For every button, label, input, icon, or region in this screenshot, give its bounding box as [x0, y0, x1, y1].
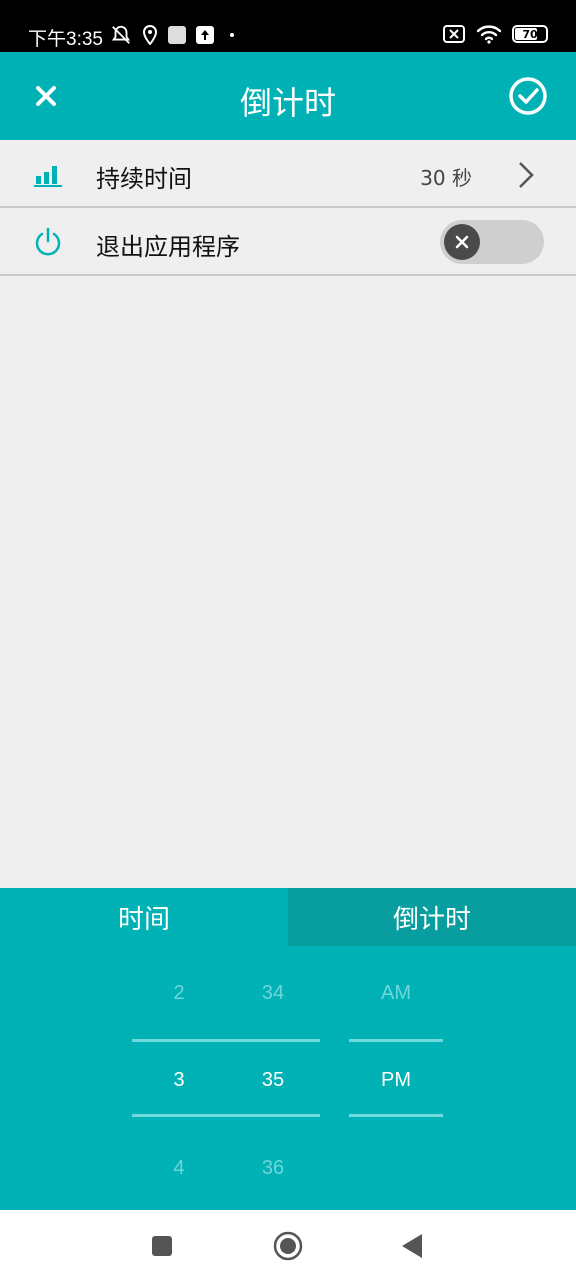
hour-picker[interactable]: 2 3 4	[139, 946, 219, 1210]
tab-countdown[interactable]: 倒计时	[288, 888, 576, 946]
status-icons-left	[110, 24, 234, 46]
status-bar: 下午3:35 70	[0, 0, 576, 52]
upload-icon	[196, 26, 214, 44]
bar-chart-icon	[34, 166, 62, 187]
battery-level: 70	[522, 27, 538, 41]
hour-next[interactable]: 4	[139, 1157, 219, 1180]
tab-time[interactable]: 时间	[0, 888, 288, 946]
ampm-prev[interactable]: AM	[356, 982, 436, 1005]
ampm-picker[interactable]: AM PM	[356, 946, 436, 1210]
more-dot-icon	[230, 33, 234, 37]
toggle-knob	[444, 224, 480, 260]
power-icon	[35, 227, 61, 256]
time-picker-panel: 时间 倒计时 2 3 4 34 35 36 AM PM	[0, 888, 576, 1210]
page-title: 倒计时	[239, 84, 336, 122]
home-circle-icon	[273, 1231, 303, 1261]
back-button[interactable]	[396, 1230, 428, 1262]
duration-label: 持续时间	[96, 165, 192, 193]
home-button[interactable]	[272, 1230, 304, 1262]
exit-app-label: 退出应用程序	[96, 233, 240, 261]
app-bar: 倒计时	[0, 52, 576, 140]
no-sim-icon	[443, 25, 465, 43]
confirm-button[interactable]	[508, 76, 548, 116]
picker-divider-top-left	[132, 1039, 320, 1042]
picker-divider-bottom-left	[132, 1114, 320, 1117]
picker-divider-bottom-right	[349, 1114, 443, 1117]
notification-square-icon	[168, 26, 186, 44]
chevron-right-icon	[519, 162, 534, 188]
duration-row[interactable]: 持续时间 30 秒	[0, 140, 576, 208]
status-time: 下午3:35	[28, 29, 103, 50]
battery-icon: 70	[512, 25, 548, 43]
location-icon	[142, 25, 158, 45]
mute-bell-icon	[111, 25, 131, 44]
picker-divider-top-right	[349, 1039, 443, 1042]
minute-next[interactable]: 36	[233, 1157, 313, 1180]
square-icon	[152, 1236, 172, 1256]
back-triangle-icon	[402, 1234, 422, 1258]
hour-selected[interactable]: 3	[139, 1069, 219, 1092]
wifi-icon	[476, 25, 502, 44]
exit-app-row: 退出应用程序	[0, 208, 576, 276]
close-icon	[455, 235, 469, 249]
status-icons-right: 70	[442, 24, 548, 44]
minute-selected[interactable]: 35	[233, 1069, 313, 1092]
minute-prev[interactable]: 34	[233, 982, 313, 1005]
navigation-bar	[0, 1210, 576, 1280]
ampm-selected[interactable]: PM	[356, 1069, 436, 1092]
exit-app-toggle[interactable]	[440, 220, 544, 264]
hour-prev[interactable]: 2	[139, 982, 219, 1005]
duration-value: 30 秒	[420, 166, 472, 190]
minute-picker[interactable]: 34 35 36	[233, 946, 313, 1210]
check-circle-icon	[509, 77, 547, 115]
recents-button[interactable]	[146, 1230, 178, 1262]
